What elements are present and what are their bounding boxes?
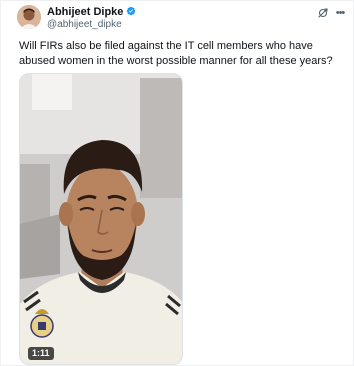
verified-badge-icon	[127, 6, 136, 16]
author-handle[interactable]: @abhijeet_dipke	[47, 19, 122, 30]
avatar-image	[17, 5, 41, 29]
video-thumbnail	[20, 74, 182, 364]
video-duration-badge: 1:11	[28, 347, 54, 360]
video-player[interactable]: 1:11	[19, 73, 183, 365]
tweet-card[interactable]: Abhijeet Dipke @abhijeet_dipke ••• Will …	[0, 0, 354, 366]
grok-icon[interactable]	[317, 7, 329, 19]
tweet-text: Will FIRs also be filed against the IT c…	[19, 40, 333, 67]
author-name-text: Abhijeet Dipke	[47, 6, 124, 18]
author-name[interactable]: Abhijeet Dipke	[47, 6, 136, 18]
avatar[interactable]	[17, 5, 41, 29]
more-options-icon[interactable]: •••	[334, 7, 346, 19]
